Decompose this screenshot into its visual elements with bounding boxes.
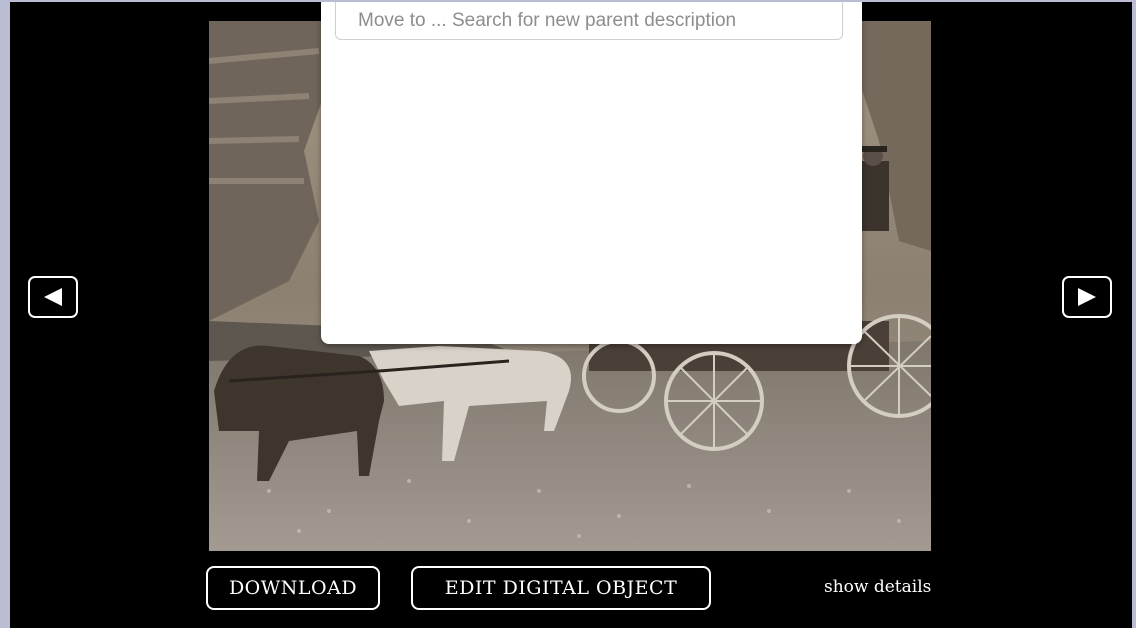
next-image-button[interactable] (1062, 276, 1112, 318)
edit-digital-object-button[interactable]: EDIT DIGITAL OBJECT (411, 566, 711, 610)
move-to-search-input[interactable] (335, 2, 843, 40)
previous-image-button[interactable] (28, 276, 78, 318)
show-details-link[interactable]: show details (824, 577, 931, 597)
triangle-left-icon (44, 288, 62, 306)
download-button-label: DOWNLOAD (228, 577, 358, 599)
edit-digital-object-label: EDIT DIGITAL OBJECT (444, 577, 678, 599)
triangle-right-icon (1078, 288, 1096, 306)
download-button[interactable]: DOWNLOAD (206, 566, 380, 610)
move-dialog (321, 2, 862, 344)
digital-object-viewer: DOWNLOAD EDIT DIGITAL OBJECT show detail… (10, 2, 1132, 628)
